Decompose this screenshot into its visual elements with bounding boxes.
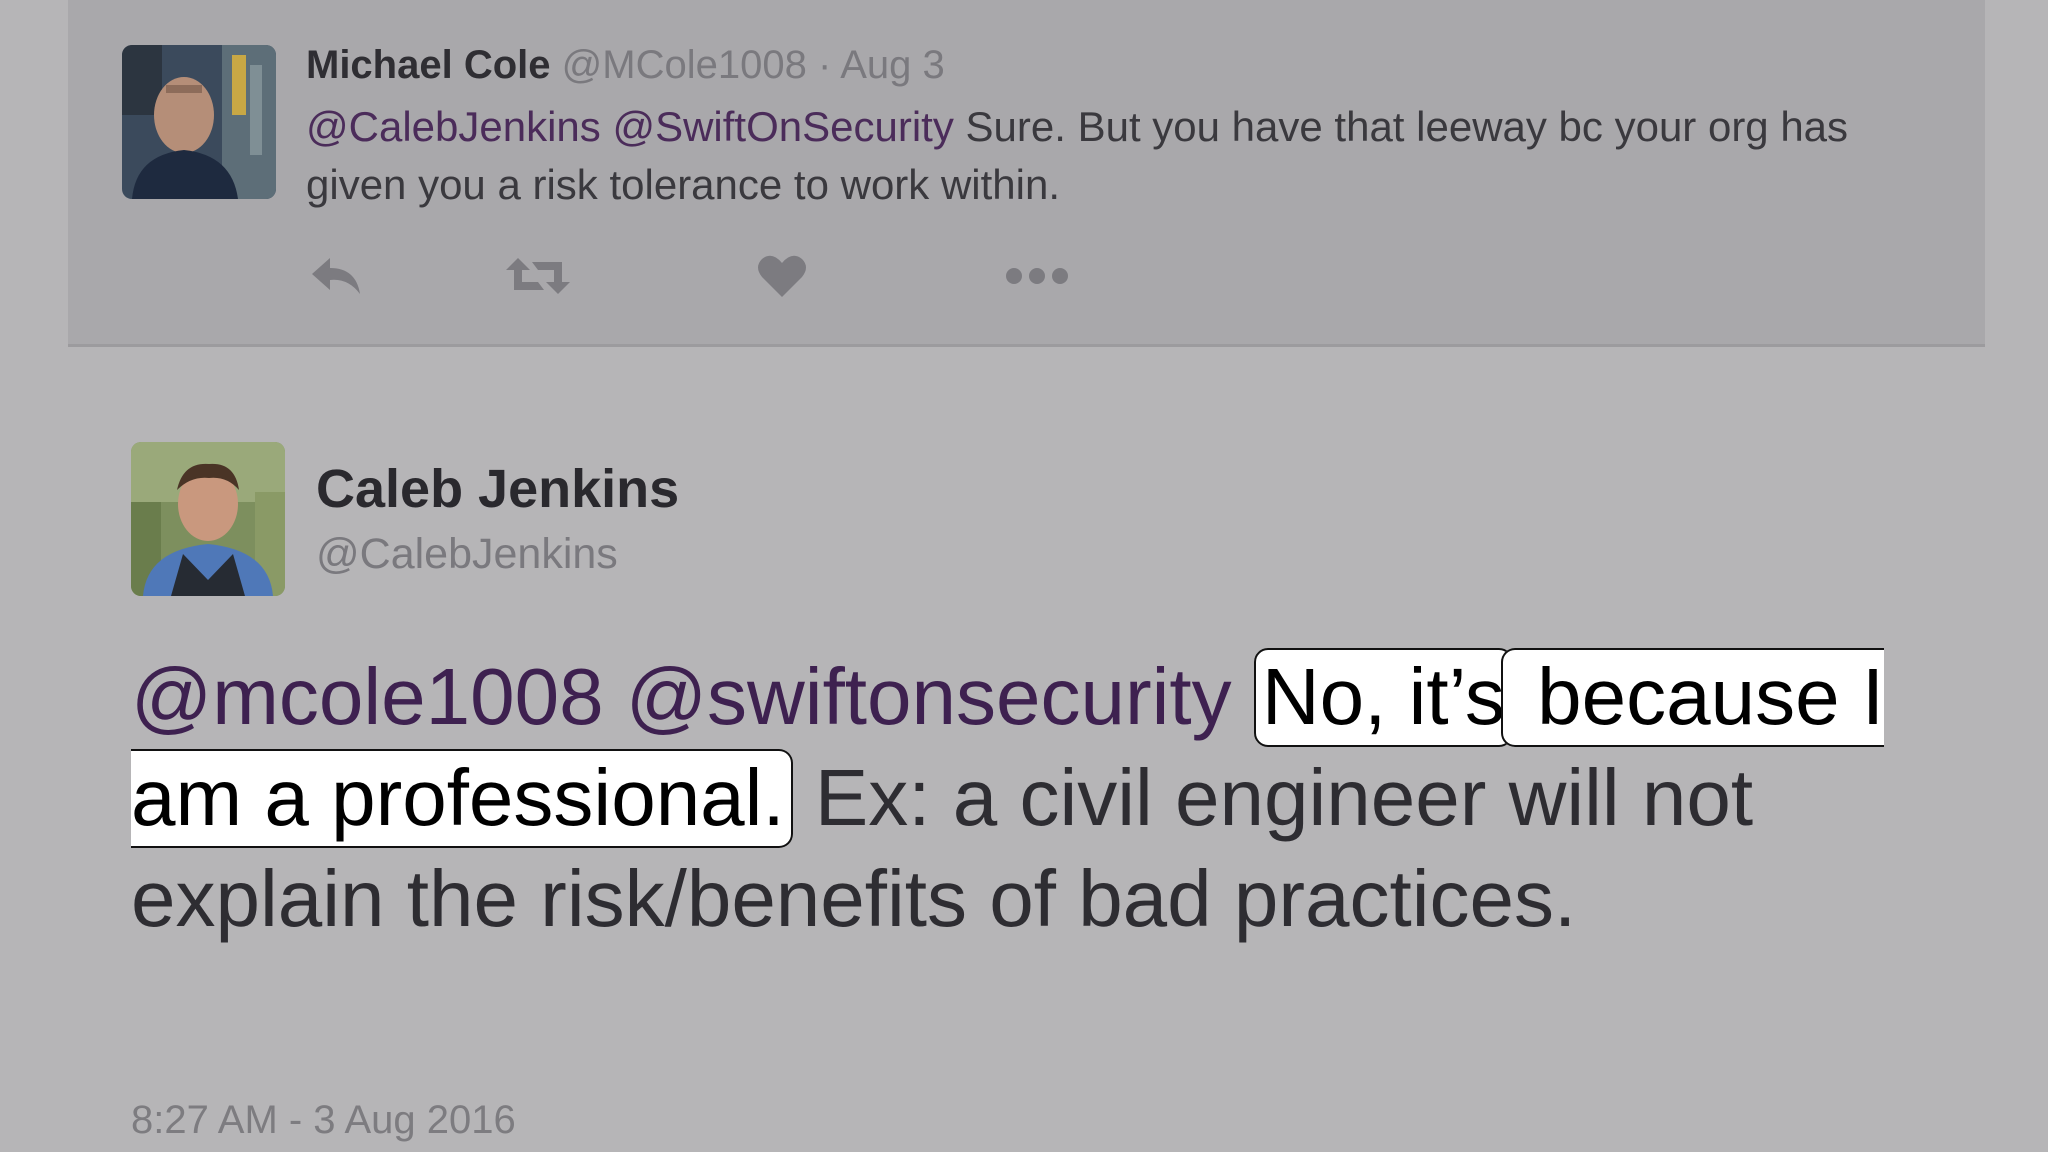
- mention-link[interactable]: @SwiftOnSecurity: [612, 103, 953, 150]
- mention-link[interactable]: @mcole1008: [131, 652, 604, 741]
- main-tweet-text: @mcole1008 @swiftonsecurity No, it’s bec…: [131, 646, 1991, 949]
- avatar-photo-icon: [122, 45, 276, 199]
- highlighted-phrase: No, it’s: [1253, 648, 1513, 747]
- more-button[interactable]: [1002, 248, 1072, 304]
- header-separator: ·: [817, 43, 832, 87]
- reply-tweet-card[interactable]: Michael Cole @MCole1008 · Aug 3 @CalebJe…: [68, 0, 1985, 347]
- reply-author-name[interactable]: Michael Cole: [306, 43, 551, 87]
- main-author-name[interactable]: Caleb Jenkins: [316, 458, 679, 520]
- caleb-jenkins-avatar[interactable]: [131, 442, 285, 596]
- retweet-icon: [506, 258, 570, 294]
- michael-cole-avatar[interactable]: [122, 45, 276, 199]
- reply-tweet-text: @CalebJenkins @SwiftOnSecurity Sure. But…: [306, 98, 1956, 214]
- mention-link[interactable]: @swiftonsecurity: [626, 652, 1232, 741]
- more-icon: [1006, 268, 1068, 284]
- reply-author-handle[interactable]: @MCole1008: [562, 43, 807, 87]
- heart-icon: [758, 255, 806, 297]
- tweet-timestamp[interactable]: 8:27 AM - 3 Aug 2016: [131, 1098, 516, 1143]
- reply-tweet-header: Michael Cole @MCole1008 · Aug 3: [306, 40, 945, 90]
- retweet-button[interactable]: [502, 248, 574, 304]
- main-author-handle[interactable]: @CalebJenkins: [316, 530, 618, 579]
- like-button[interactable]: [750, 248, 814, 304]
- avatar-photo-icon: [131, 442, 285, 596]
- tweet-page: Michael Cole @MCole1008 · Aug 3 @CalebJe…: [0, 0, 2048, 1152]
- reply-icon: [312, 258, 360, 294]
- mention-link[interactable]: @CalebJenkins: [306, 103, 601, 150]
- reply-date[interactable]: Aug 3: [840, 43, 945, 87]
- reply-button[interactable]: [304, 248, 368, 304]
